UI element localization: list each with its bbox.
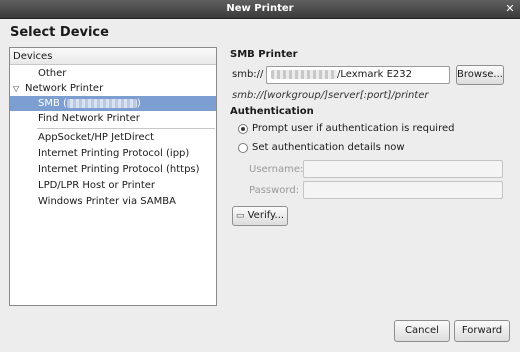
auth-set-now-radio[interactable] bbox=[238, 143, 248, 153]
device-item-appsocket[interactable]: AppSocket/HP JetDirect bbox=[10, 130, 216, 145]
verify-icon: ▭ bbox=[235, 211, 245, 221]
page-title: Select Device bbox=[10, 25, 109, 40]
auth-set-now-label[interactable]: Set authentication details now bbox=[252, 142, 405, 153]
username-label: Username: bbox=[249, 164, 304, 175]
smb-url-input[interactable]: /Lexmark E232 bbox=[266, 66, 450, 84]
auth-prompt-radio[interactable] bbox=[238, 124, 248, 134]
device-item-smb[interactable]: SMB () bbox=[10, 96, 216, 111]
device-item-https[interactable]: Internet Printing Protocol (https) bbox=[10, 162, 216, 177]
device-list: Devices Other ▽ Network Printer SMB () F… bbox=[9, 47, 217, 306]
forward-button[interactable]: Forward bbox=[454, 320, 510, 342]
device-item-network-printer[interactable]: ▽ Network Printer bbox=[10, 81, 216, 96]
device-item-other[interactable]: Other bbox=[10, 66, 216, 81]
auth-section-title: Authentication bbox=[230, 106, 314, 117]
device-list-header[interactable]: Devices bbox=[10, 48, 216, 65]
smb-url-label: smb:// bbox=[232, 69, 264, 80]
device-item-label-suffix: ) bbox=[136, 98, 141, 109]
verify-label: Verify... bbox=[247, 210, 285, 221]
device-item-label: Network Printer bbox=[25, 83, 104, 94]
smb-format-hint: smb://[workgroup/]server[:port]/printer bbox=[232, 90, 429, 101]
window-title: New Printer bbox=[226, 3, 294, 14]
device-item-ipp[interactable]: Internet Printing Protocol (ipp) bbox=[10, 146, 216, 161]
verify-button[interactable]: ▭ Verify... bbox=[232, 206, 288, 226]
expander-down-icon[interactable]: ▽ bbox=[13, 81, 19, 96]
device-item-samba[interactable]: Windows Printer via SAMBA bbox=[10, 194, 216, 209]
browse-button[interactable]: Browse... bbox=[456, 65, 504, 85]
list-divider bbox=[37, 128, 215, 129]
auth-prompt-label[interactable]: Prompt user if authentication is require… bbox=[252, 123, 454, 134]
smb-section-title: SMB Printer bbox=[230, 49, 298, 60]
password-field[interactable] bbox=[303, 181, 503, 199]
smb-url-value: /Lexmark E232 bbox=[337, 69, 413, 80]
cancel-button[interactable]: Cancel bbox=[394, 320, 450, 342]
device-item-find-network-printer[interactable]: Find Network Printer bbox=[10, 111, 216, 126]
device-item-lpd[interactable]: LPD/LPR Host or Printer bbox=[10, 178, 216, 193]
username-field[interactable] bbox=[303, 160, 503, 178]
password-label: Password: bbox=[249, 185, 300, 196]
redacted-server bbox=[271, 69, 337, 79]
redacted-hostname bbox=[66, 98, 137, 108]
close-icon[interactable]: ✕ bbox=[504, 3, 516, 15]
title-bar: New Printer ✕ bbox=[0, 0, 520, 19]
device-item-label: SMB ( bbox=[38, 98, 67, 109]
